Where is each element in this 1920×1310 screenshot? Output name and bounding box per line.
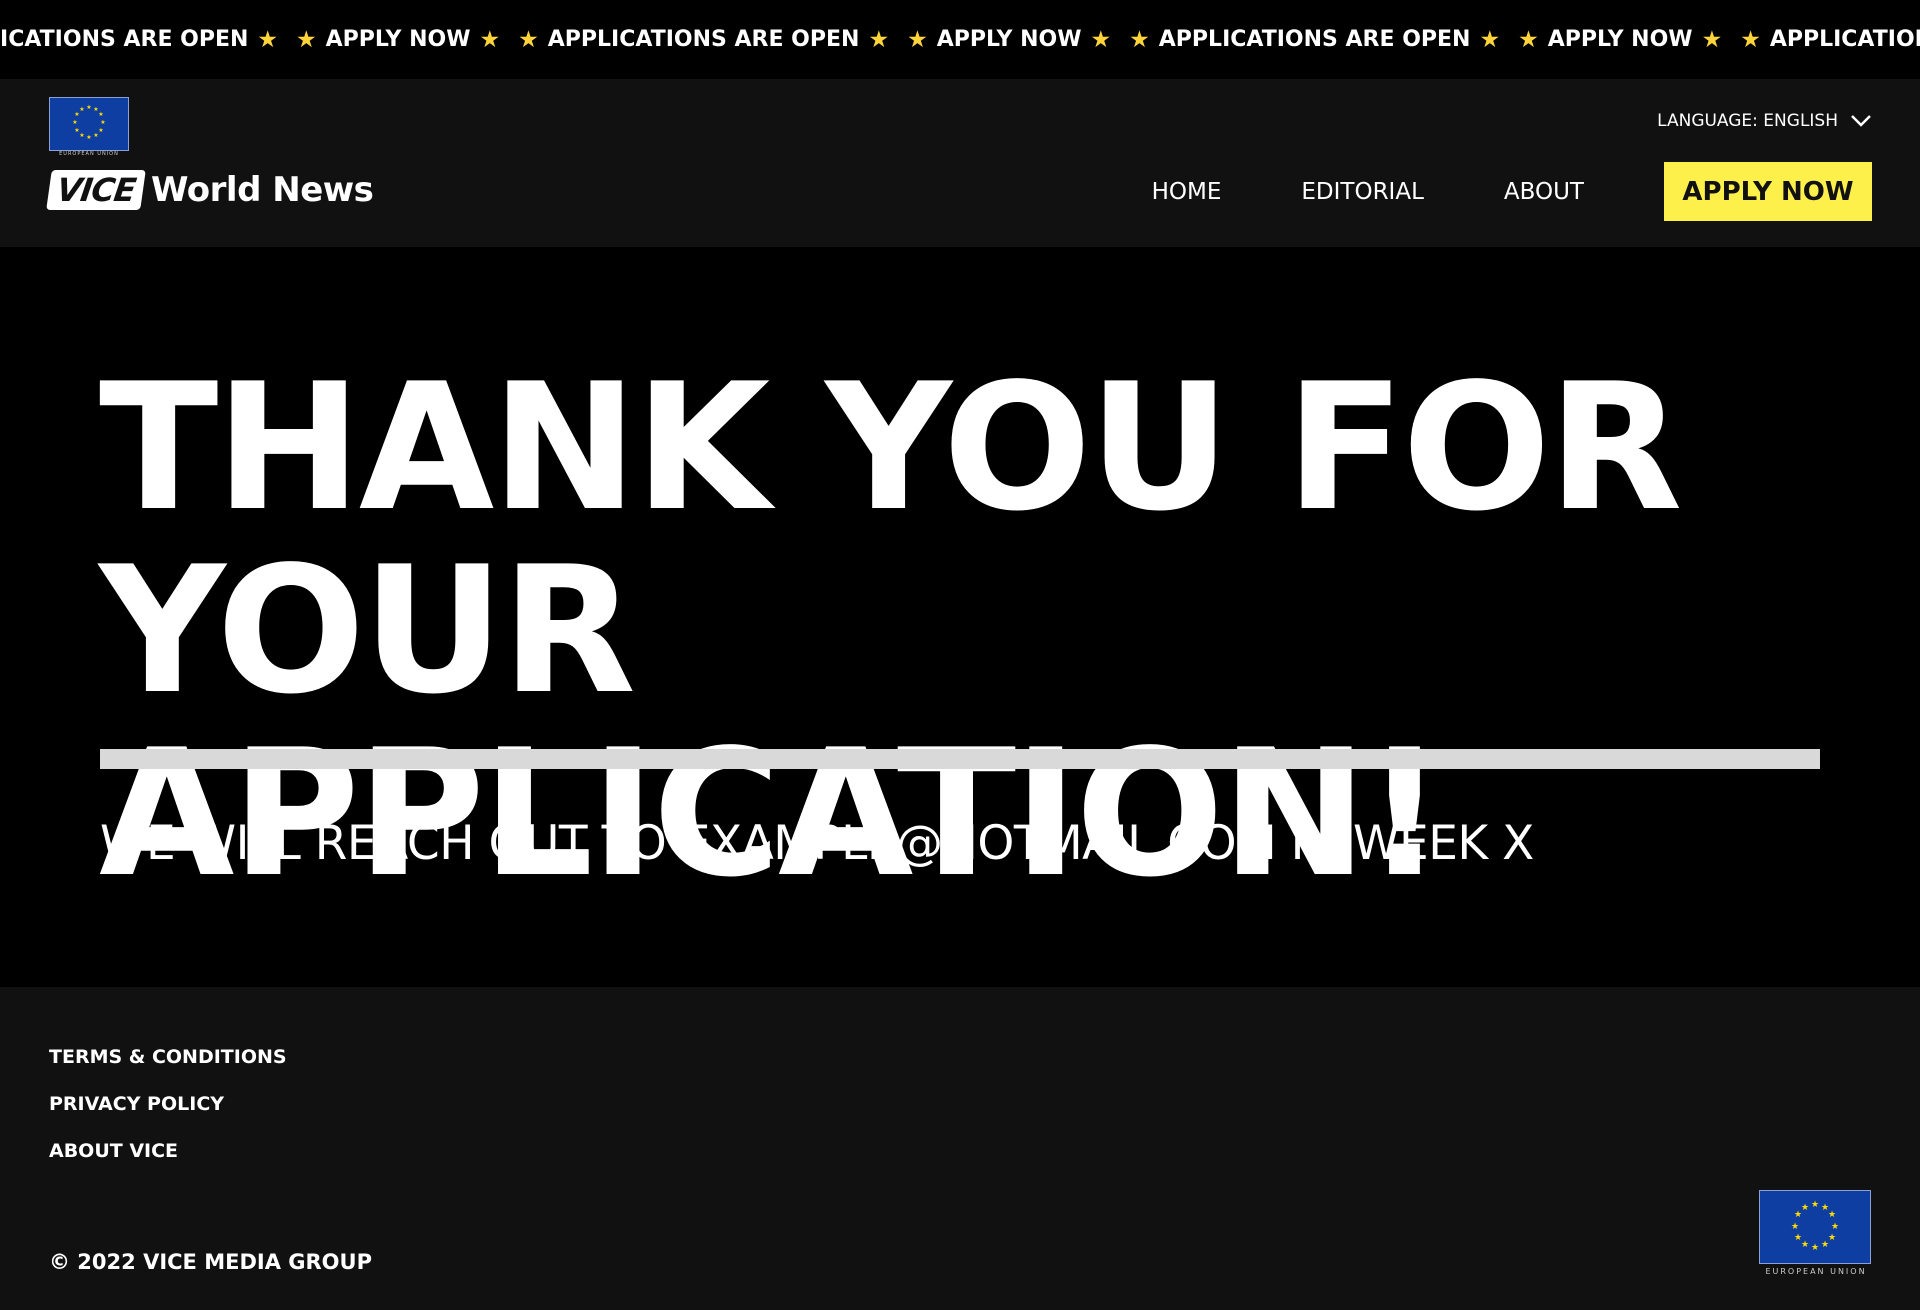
svg-text:★: ★ (79, 132, 84, 139)
svg-text:★: ★ (79, 106, 84, 113)
eu-flag-icon: ★ ★ ★ ★ ★ ★ ★ ★ ★ ★ ★ ★ (49, 97, 129, 151)
svg-text:★: ★ (1821, 1240, 1829, 1250)
divider (100, 749, 1820, 769)
copyright: © 2022 VICE MEDIA GROUP (49, 1250, 372, 1274)
footer-links: TERMS & CONDITIONS PRIVACY POLICY ABOUT … (49, 1046, 287, 1187)
svg-text:★: ★ (1801, 1240, 1809, 1250)
chevron-down-icon (1851, 115, 1871, 127)
svg-text:★: ★ (100, 119, 105, 126)
nav-about[interactable]: ABOUT (1504, 179, 1584, 205)
svg-text:★: ★ (98, 127, 103, 134)
logo-wordmark: World News (151, 170, 374, 210)
headline-line-1: THANK YOU FOR (99, 347, 1683, 550)
vice-logo-mark: VICE (46, 170, 146, 210)
nav-home[interactable]: HOME (1152, 179, 1222, 205)
svg-text:★: ★ (98, 111, 103, 118)
site-header: ★ ★ ★ ★ ★ ★ ★ ★ ★ ★ ★ ★ EUROPEAN UNION VICE Worl… (0, 0, 1920, 247)
eu-caption: EUROPEAN UNION (59, 151, 119, 157)
confirmation-message: WE WILL REACH OUT TO EXAMPLE@HOTMAIL.COM… (100, 816, 1534, 871)
svg-text:★: ★ (1828, 1233, 1836, 1243)
language-label: LANGUAGE: ENGLISH (1657, 111, 1838, 131)
svg-text:★: ★ (1794, 1233, 1802, 1243)
site-footer: TERMS & CONDITIONS PRIVACY POLICY ABOUT … (0, 987, 1920, 1310)
confirmation-hero: THANK YOU FOR YOUR APPLICATION! WE WILL … (0, 247, 1920, 987)
main-nav: HOME EDITORIAL ABOUT APPLY NOW (1152, 162, 1872, 221)
svg-text:★: ★ (86, 104, 91, 111)
apply-now-button[interactable]: APPLY NOW (1664, 162, 1872, 221)
eu-caption: EUROPEAN UNION (1765, 1267, 1867, 1276)
svg-text:★: ★ (1811, 1200, 1819, 1210)
svg-text:★: ★ (72, 119, 77, 126)
svg-text:★: ★ (86, 134, 91, 141)
footer-link-about-vice[interactable]: ABOUT VICE (49, 1140, 287, 1162)
footer-link-privacy[interactable]: PRIVACY POLICY (49, 1093, 287, 1115)
eu-stars: ★ ★★ ★★★ ★★★ ★★★ (72, 104, 105, 141)
site-logo[interactable]: VICE World News (46, 170, 374, 210)
svg-text:★: ★ (74, 127, 79, 134)
svg-text:★: ★ (1831, 1222, 1839, 1232)
svg-text:★: ★ (93, 132, 98, 139)
language-selector[interactable]: LANGUAGE: ENGLISH (1657, 111, 1872, 131)
svg-text:★: ★ (1801, 1203, 1809, 1213)
svg-text:★: ★ (1828, 1210, 1836, 1220)
eu-stars: ★ ★★ ★★★ ★★★ ★★★ (1791, 1200, 1839, 1253)
footer-link-terms[interactable]: TERMS & CONDITIONS (49, 1046, 287, 1068)
eu-flag-icon: ★ ★ ★ ★ ★ ★ ★ ★ ★ ★ ★ ★ (1759, 1190, 1871, 1264)
svg-text:★: ★ (1791, 1222, 1799, 1232)
svg-text:★: ★ (1811, 1243, 1819, 1253)
nav-editorial[interactable]: EDITORIAL (1301, 179, 1424, 205)
